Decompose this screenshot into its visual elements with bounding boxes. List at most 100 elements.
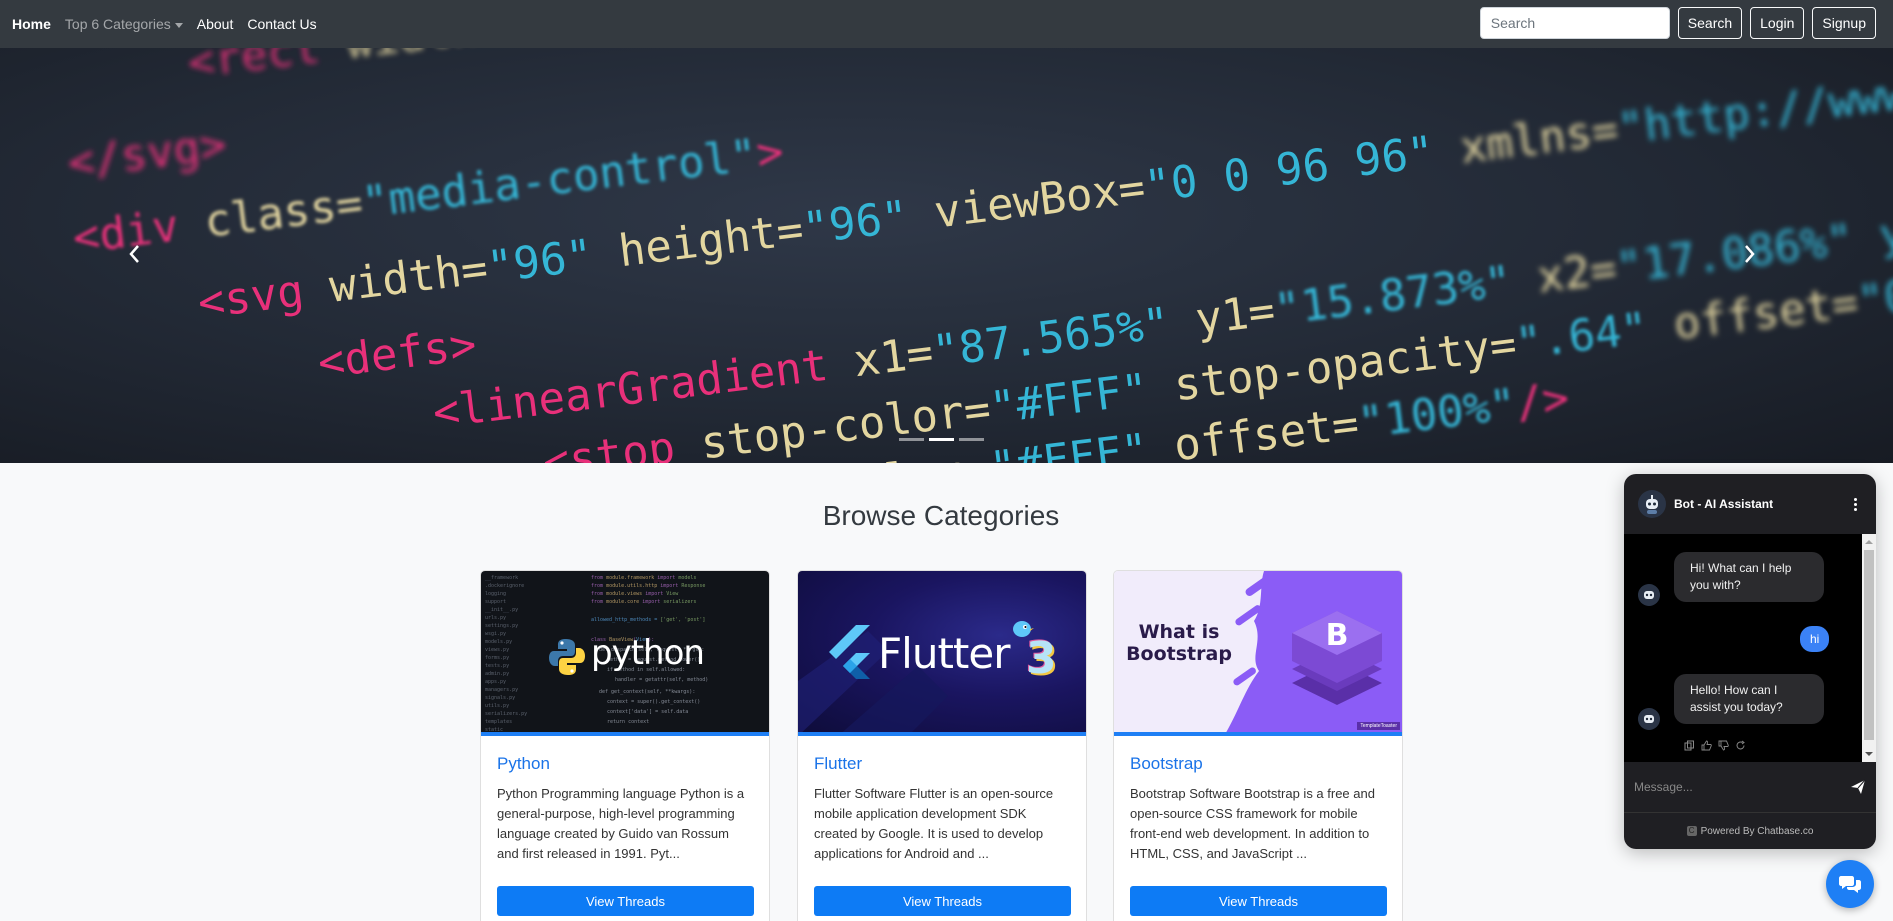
nav-categories-label: Top 6 Categories xyxy=(64,16,171,32)
svg-text:logging: logging xyxy=(485,591,506,597)
python-image-wordmark: python xyxy=(591,633,705,673)
carousel-indicator[interactable] xyxy=(899,438,924,441)
carousel-prev-icon[interactable] xyxy=(126,243,144,265)
svg-text:return context: return context xyxy=(607,719,649,725)
chat-header: Bot - AI Assistant xyxy=(1624,474,1876,534)
nav-contact-link[interactable]: Contact Us xyxy=(247,16,316,32)
svg-text:settings.py: settings.py xyxy=(485,623,518,629)
svg-text:context['data'] = self.data: context['data'] = self.data xyxy=(607,709,688,715)
svg-text:allowed_http_methods = ['get',: allowed_http_methods = ['get', 'post'] xyxy=(591,617,705,623)
chat-bubbles-icon xyxy=(1839,876,1861,893)
svg-text:from module.core import serial: from module.core import serializers xyxy=(591,599,696,605)
section-title: Browse Categories xyxy=(822,500,1060,531)
svg-text:serializers.py: serializers.py xyxy=(485,711,527,717)
card-description: Python Programming language Python is a … xyxy=(497,786,745,861)
category-card-bootstrap: What is Bootstrap B TemplateToaster Boot… xyxy=(1113,570,1403,921)
svg-text:context = super().get_context(: context = super().get_context() xyxy=(607,699,700,705)
svg-text:views.py: views.py xyxy=(485,647,509,653)
svg-text:__framework: __framework xyxy=(485,575,518,581)
view-threads-button[interactable]: View Threads xyxy=(1130,886,1387,916)
svg-text:models.py: models.py xyxy=(485,639,512,645)
carousel-indicator[interactable] xyxy=(929,438,954,441)
login-button[interactable]: Login xyxy=(1750,7,1805,39)
chat-title: Bot - AI Assistant xyxy=(1674,497,1774,511)
svg-text:signals.py: signals.py xyxy=(485,695,515,701)
svg-text:static: static xyxy=(485,727,503,733)
signup-button[interactable]: Signup xyxy=(1812,7,1876,39)
bootstrap-logo-letter: B xyxy=(1326,618,1349,653)
svg-text:admin.py: admin.py xyxy=(485,671,509,677)
svg-text:apps.py: apps.py xyxy=(485,679,506,685)
search-button[interactable]: Search xyxy=(1677,7,1743,39)
svg-text:templates: templates xyxy=(485,719,512,725)
svg-text:<defs>: <defs> xyxy=(315,319,479,389)
chat-widget: Bot - AI Assistant Hi! What can I help y… xyxy=(1624,474,1876,849)
carousel-next-icon[interactable] xyxy=(1740,243,1758,265)
refresh-icon[interactable] xyxy=(1735,740,1746,751)
dash-bird-icon xyxy=(1013,621,1034,637)
svg-text:handler = getattr(self, method: handler = getattr(self, method) xyxy=(615,677,708,683)
hero-carousel: <rect width="800" height="450" fi </svg>… xyxy=(0,48,1893,463)
card-body: Flutter Flutter Software Flutter is an o… xyxy=(798,736,1086,921)
card-body: Bootstrap Bootstrap Software Bootstrap i… xyxy=(1114,736,1402,921)
svg-text:forms.py: forms.py xyxy=(485,655,509,661)
powered-by-text[interactable]: Powered By Chatbase.co xyxy=(1701,826,1814,837)
svg-text:support: support xyxy=(485,599,506,605)
bot-avatar-icon xyxy=(1638,490,1666,518)
thumbs-up-icon[interactable] xyxy=(1701,740,1712,751)
svg-text:wsgi.py: wsgi.py xyxy=(485,631,506,637)
caret-down-icon xyxy=(174,22,183,28)
view-threads-button[interactable]: View Threads xyxy=(814,886,1071,916)
image-credit: TemplateToaster xyxy=(1357,722,1400,730)
python-logo-icon xyxy=(549,639,585,675)
card-title[interactable]: Python xyxy=(497,754,753,774)
view-threads-button[interactable]: View Threads xyxy=(497,886,754,916)
svg-text:from module.framework import m: from module.framework import models xyxy=(591,575,696,581)
bot-message: Hello! How can I assist you today? xyxy=(1674,674,1824,724)
thumbs-down-icon[interactable] xyxy=(1718,740,1729,751)
user-message: hi xyxy=(1800,626,1830,652)
svg-text:.dockerignore: .dockerignore xyxy=(485,583,524,589)
chatbase-logo-icon: C xyxy=(1686,826,1697,836)
svg-text:tests.py: tests.py xyxy=(485,663,509,669)
nav-categories-dropdown[interactable]: Top 6 Categories xyxy=(65,16,183,32)
bot-message: Hi! What can I help you with? xyxy=(1674,552,1824,602)
bootstrap-logo-icon: B xyxy=(1292,611,1382,705)
more-options-icon[interactable] xyxy=(1848,497,1862,511)
hero-code-image: <rect width="800" height="450" fi </svg>… xyxy=(65,48,1893,463)
svg-text:from module.views import View: from module.views import View xyxy=(591,591,679,597)
card-title[interactable]: Bootstrap xyxy=(1130,754,1386,774)
search-input[interactable] xyxy=(1479,7,1670,39)
card-title[interactable]: Flutter xyxy=(814,754,1070,774)
bot-avatar-icon xyxy=(1638,708,1660,730)
flutter-logo-icon xyxy=(829,625,870,679)
chat-launcher-button[interactable] xyxy=(1826,860,1874,908)
bootstrap-image-headline: What is Bootstrap xyxy=(1126,621,1232,665)
nav-about-link[interactable]: About xyxy=(197,16,234,32)
svg-text:from module.utils.http import: from module.utils.http import Response xyxy=(591,583,705,589)
carousel-indicators xyxy=(899,438,984,441)
category-card-python: __framework .dockerignore logging suppor… xyxy=(480,570,770,921)
copy-icon[interactable] xyxy=(1684,740,1695,751)
chat-footer: C Powered By Chatbase.co xyxy=(1624,812,1876,849)
flutter-version-badge: 3 xyxy=(1026,633,1057,684)
carousel-indicator[interactable] xyxy=(959,438,984,441)
flutter-card-image: Flutter 3 xyxy=(798,571,1086,736)
chat-message-input[interactable] xyxy=(1634,780,1850,794)
scroll-thumb[interactable] xyxy=(1864,550,1874,740)
svg-text:def get_context(self, **kwargs: def get_context(self, **kwargs): xyxy=(599,689,695,695)
scroll-down-icon[interactable] xyxy=(1862,749,1876,759)
chat-input-row xyxy=(1624,762,1876,812)
chat-messages: Hi! What can I help you with? hi Hello! … xyxy=(1624,534,1876,762)
chat-scrollbar[interactable] xyxy=(1862,534,1876,762)
scroll-up-icon[interactable] xyxy=(1862,537,1876,547)
card-body: Python Python Programming language Pytho… xyxy=(481,736,769,921)
send-icon[interactable] xyxy=(1850,779,1866,795)
category-card-flutter: Flutter 3 Flutter Flutter Software Flutt… xyxy=(797,570,1087,921)
python-card-image: __framework .dockerignore logging suppor… xyxy=(481,571,769,736)
nav-home-link[interactable]: Home xyxy=(12,16,51,32)
svg-text:</svg>: </svg> xyxy=(65,119,229,189)
message-actions xyxy=(1684,740,1746,751)
flutter-image-wordmark: Flutter xyxy=(878,629,1010,678)
svg-text:utils.py: utils.py xyxy=(485,703,509,709)
